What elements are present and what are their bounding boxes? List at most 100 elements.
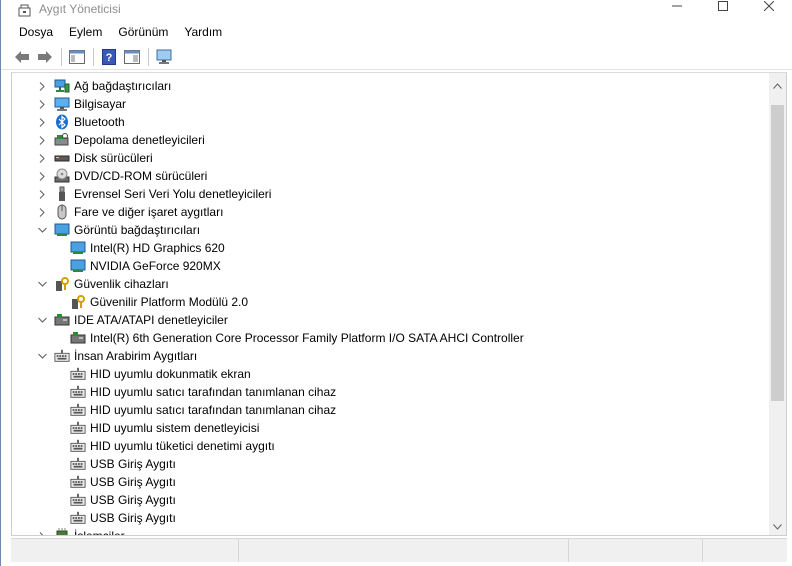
help-button[interactable]: ? — [98, 46, 120, 68]
network-adapter-icon — [54, 78, 70, 94]
device-item[interactable]: USB Giriş Aygıtı — [12, 509, 768, 527]
toolbar-separator — [148, 47, 149, 66]
device-label: HID uyumlu satıcı tarafından tanımlanan … — [90, 385, 337, 399]
category-guvenlik-cihazlari[interactable]: Güvenlik cihazları — [12, 275, 768, 293]
hid-icon — [70, 456, 86, 472]
device-item[interactable]: USB Giriş Aygıtı — [12, 455, 768, 473]
device-label: HID uyumlu satıcı tarafından tanımlanan … — [90, 403, 337, 417]
category-insan-arabirim-aygitlari[interactable]: İnsan Arabirim Aygıtları — [12, 347, 768, 365]
device-item[interactable]: HID uyumlu tüketici denetimi aygıtı — [12, 437, 768, 455]
category-dvd-cd-rom-suruculeri[interactable]: DVD/CD-ROM sürücüleri — [12, 167, 768, 185]
device-item[interactable]: HID uyumlu sistem denetleyicisi — [12, 419, 768, 437]
ide-controller-icon — [70, 330, 86, 346]
category-label: IDE ATA/ATAPI denetleyiciler — [74, 313, 228, 327]
device-item[interactable]: HID uyumlu dokunmatik ekran — [12, 365, 768, 383]
chevron-right-icon[interactable] — [36, 152, 48, 164]
processor-icon — [54, 528, 70, 535]
device-item[interactable]: USB Giriş Aygıtı — [12, 473, 768, 491]
chevron-down-icon[interactable] — [36, 224, 48, 236]
hid-icon — [70, 402, 86, 418]
title-bar[interactable]: Aygıt Yöneticisi — [1, 0, 792, 20]
chevron-right-icon[interactable] — [36, 170, 48, 182]
window-title: Aygıt Yöneticisi — [39, 2, 121, 16]
monitor-scan-icon — [156, 49, 172, 64]
computer-icon — [54, 96, 70, 112]
disk-drive-icon — [54, 150, 70, 166]
hid-icon — [70, 474, 86, 490]
security-device-icon — [70, 294, 86, 310]
scrollbar-thumb[interactable] — [771, 105, 784, 401]
chevron-right-icon[interactable] — [36, 530, 48, 535]
maximize-icon — [718, 1, 728, 11]
back-button[interactable] — [11, 46, 33, 68]
menu-help[interactable]: Yardım — [176, 22, 230, 42]
device-label: NVIDIA GeForce 920MX — [90, 259, 221, 273]
status-cell — [239, 539, 569, 562]
menu-view[interactable]: Görünüm — [110, 22, 176, 42]
hid-icon — [70, 420, 86, 436]
chevron-right-icon[interactable] — [36, 116, 48, 128]
close-button[interactable] — [746, 0, 792, 18]
minimize-button[interactable] — [654, 0, 700, 18]
scan-hardware-button[interactable] — [153, 46, 175, 68]
storage-controller-icon — [54, 132, 70, 148]
device-label: HID uyumlu tüketici denetimi aygıtı — [90, 439, 275, 453]
device-item[interactable]: Intel(R) 6th Generation Core Processor F… — [12, 329, 768, 347]
chevron-right-icon[interactable] — [36, 80, 48, 92]
category-islemciler[interactable]: İşlemciler — [12, 527, 768, 535]
device-label: HID uyumlu dokunmatik ekran — [90, 367, 251, 381]
menu-file[interactable]: Dosya — [11, 22, 61, 42]
scroll-down-button[interactable] — [769, 518, 786, 535]
chevron-right-icon[interactable] — [36, 134, 48, 146]
chevron-right-icon[interactable] — [36, 98, 48, 110]
device-item[interactable]: HID uyumlu satıcı tarafından tanımlanan … — [12, 401, 768, 419]
category-disk-suruculeri[interactable]: Disk sürücüleri — [12, 149, 768, 167]
chevron-up-icon — [773, 82, 782, 89]
status-cell — [11, 539, 239, 562]
category-evrensel-seri-veri-yolu-denetleyicileri[interactable]: Evrensel Seri Veri Yolu denetleyicileri — [12, 185, 768, 203]
scroll-up-button[interactable] — [769, 77, 786, 94]
category-bilgisayar[interactable]: Bilgisayar — [12, 95, 768, 113]
device-item[interactable]: Intel(R) HD Graphics 620 — [12, 239, 768, 257]
chevron-right-icon[interactable] — [36, 188, 48, 200]
category-ag-bagdastiricilari[interactable]: Ağ bağdaştırıcıları — [12, 77, 768, 95]
device-item[interactable]: USB Giriş Aygıtı — [12, 491, 768, 509]
device-manager-window: Aygıt Yöneticisi Dosya Eylem Görünüm Yar… — [0, 0, 792, 566]
chevron-down-icon — [773, 523, 782, 530]
category-label: Bilgisayar — [74, 97, 127, 111]
toolbar-separator — [93, 47, 94, 66]
chevron-down-icon[interactable] — [36, 350, 48, 362]
maximize-button[interactable] — [700, 0, 746, 18]
device-item[interactable]: Güvenilir Platform Modülü 2.0 — [12, 293, 768, 311]
device-label: USB Giriş Aygıtı — [90, 511, 176, 525]
category-fare-ve-diger-isaret-aygitlari[interactable]: Fare ve diğer işaret aygıtları — [12, 203, 768, 221]
toolbar-separator — [61, 47, 62, 66]
device-tree: Ağ bağdaştırıcıları Bilgisayar Bluetooth De… — [12, 77, 768, 535]
display-adapter-icon — [70, 258, 86, 274]
vertical-scrollbar[interactable] — [769, 73, 786, 535]
device-label: USB Giriş Aygıtı — [90, 457, 176, 471]
status-cell — [703, 539, 787, 562]
properties-button[interactable] — [121, 46, 143, 68]
category-label: Depolama denetleyicileri — [74, 133, 205, 147]
hid-icon — [54, 348, 70, 364]
category-bluetooth[interactable]: Bluetooth — [12, 113, 768, 131]
category-label: Fare ve diğer işaret aygıtları — [74, 205, 224, 219]
device-tree-panel: Ağ bağdaştırıcıları Bilgisayar Bluetooth De… — [11, 72, 787, 536]
category-label: Ağ bağdaştırıcıları — [74, 79, 172, 93]
category-label: Görüntü bağdaştırıcıları — [74, 223, 201, 237]
chevron-right-icon[interactable] — [36, 206, 48, 218]
bluetooth-icon — [54, 114, 70, 130]
chevron-down-icon[interactable] — [36, 278, 48, 290]
device-manager-app-icon — [17, 3, 33, 17]
device-item[interactable]: NVIDIA GeForce 920MX — [12, 257, 768, 275]
menu-action[interactable]: Eylem — [61, 22, 110, 42]
chevron-down-icon[interactable] — [36, 314, 48, 326]
device-item[interactable]: HID uyumlu satıcı tarafından tanımlanan … — [12, 383, 768, 401]
category-depolama-denetleyicileri[interactable]: Depolama denetleyicileri — [12, 131, 768, 149]
show-hide-console-tree-button[interactable] — [66, 46, 88, 68]
forward-button[interactable] — [34, 46, 56, 68]
back-arrow-icon — [15, 50, 29, 63]
category-ide-ata-atapi-denetleyiciler[interactable]: IDE ATA/ATAPI denetleyiciler — [12, 311, 768, 329]
category-goruntu-bagdastiricilari[interactable]: Görüntü bağdaştırıcıları — [12, 221, 768, 239]
